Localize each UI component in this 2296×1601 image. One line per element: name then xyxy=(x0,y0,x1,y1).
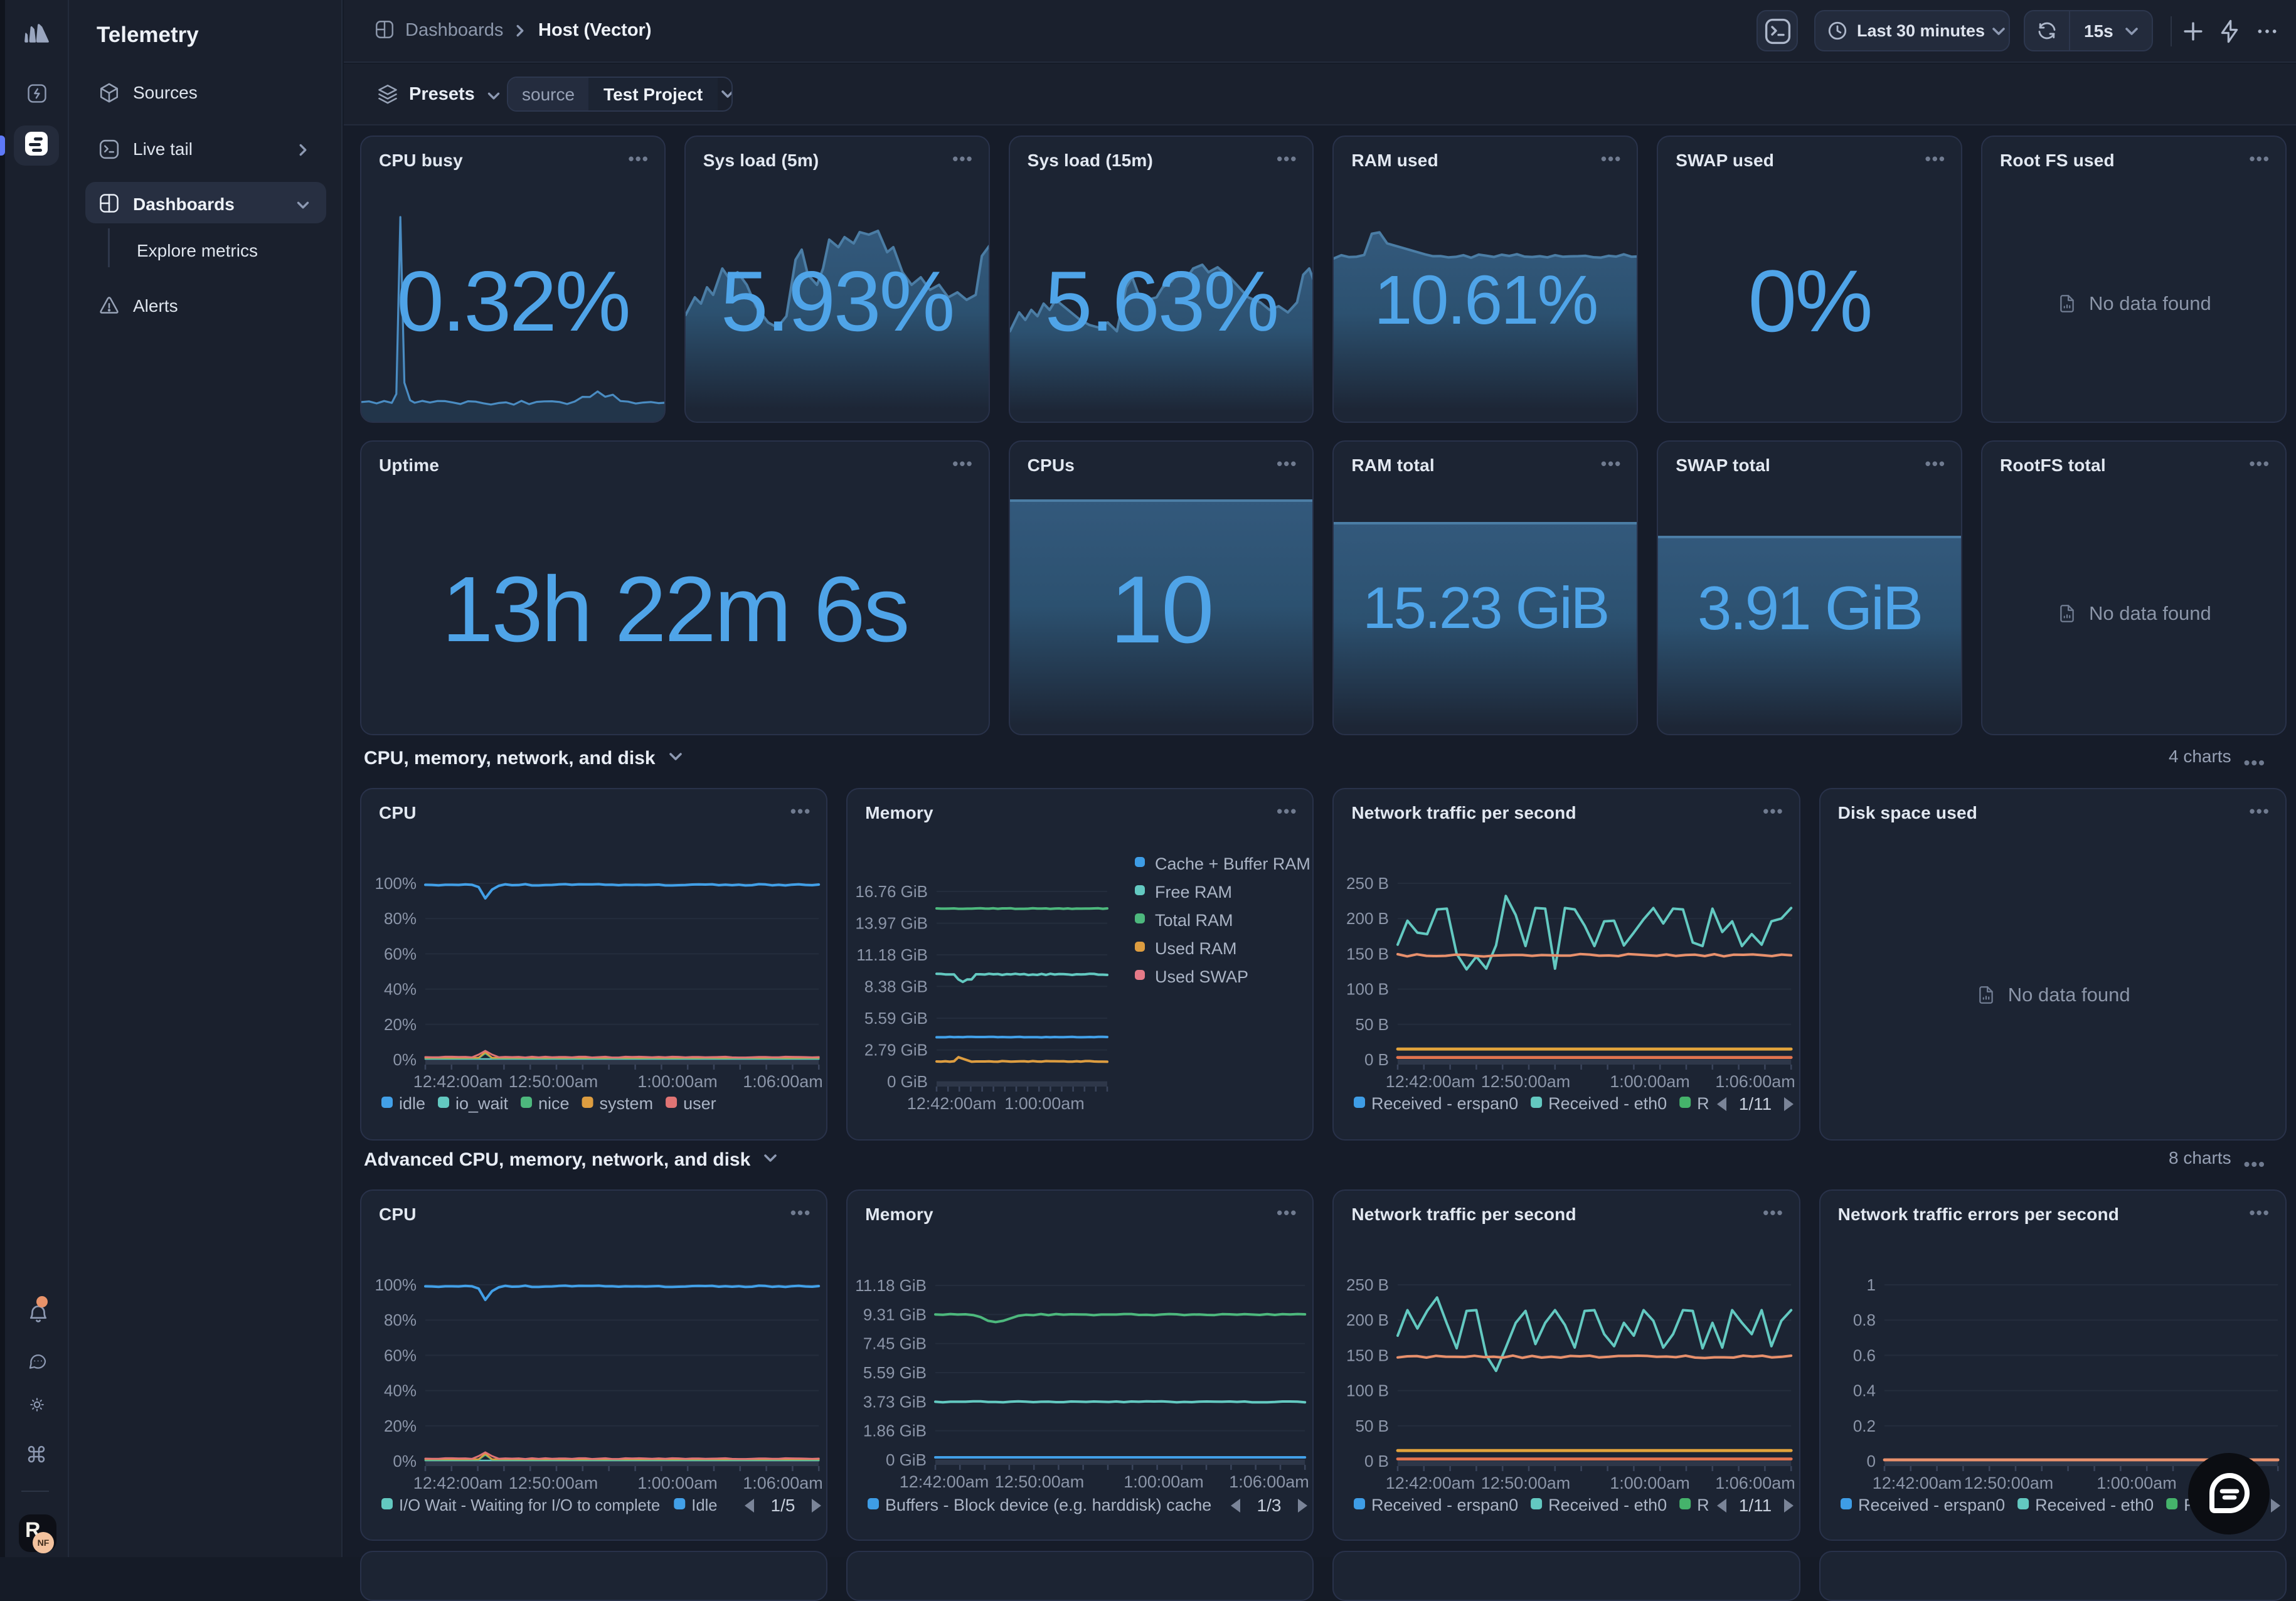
svg-text:Received - erspan0: Received - erspan0 xyxy=(1371,1094,1518,1113)
svg-text:Cache + Buffer RAM: Cache + Buffer RAM xyxy=(1155,854,1310,873)
svg-text:80%: 80% xyxy=(384,1311,417,1329)
svg-text:12:42:00am: 12:42:00am xyxy=(900,1472,989,1491)
svg-text:Idle: Idle xyxy=(691,1497,717,1514)
svg-text:20%: 20% xyxy=(384,1015,417,1034)
svg-text:11.18 GiB: 11.18 GiB xyxy=(856,945,928,964)
svg-text:R: R xyxy=(1698,1496,1710,1514)
svg-text:1/11: 1/11 xyxy=(1739,1094,1772,1114)
svg-text:12:50:00am: 12:50:00am xyxy=(1964,1474,2053,1492)
svg-text:12:42:00am: 12:42:00am xyxy=(1872,1474,1962,1492)
svg-text:100 B: 100 B xyxy=(1346,1381,1389,1400)
svg-text:60%: 60% xyxy=(384,1346,417,1364)
svg-text:1:00:00am: 1:00:00am xyxy=(1124,1472,1204,1491)
svg-text:0 GiB: 0 GiB xyxy=(886,1450,927,1469)
svg-text:0.8: 0.8 xyxy=(1852,1311,1875,1329)
svg-text:8.38 GiB: 8.38 GiB xyxy=(864,977,928,996)
svg-text:1:06:00am: 1:06:00am xyxy=(1716,1474,1796,1492)
svg-text:Used SWAP: Used SWAP xyxy=(1155,967,1248,986)
svg-text:12:50:00am: 12:50:00am xyxy=(509,1072,598,1091)
svg-text:12:50:00am: 12:50:00am xyxy=(1481,1474,1571,1492)
svg-text:idle: idle xyxy=(399,1094,425,1113)
svg-text:Total RAM: Total RAM xyxy=(1155,911,1233,930)
svg-text:1/5: 1/5 xyxy=(771,1496,795,1515)
svg-text:1:00:00am: 1:00:00am xyxy=(1610,1072,1691,1091)
svg-text:7.45 GiB: 7.45 GiB xyxy=(863,1334,927,1353)
svg-text:11.18 GiB: 11.18 GiB xyxy=(855,1276,927,1295)
svg-text:0.4: 0.4 xyxy=(1852,1381,1875,1400)
svg-text:1:00:00am: 1:00:00am xyxy=(1004,1094,1085,1113)
svg-text:5.59 GiB: 5.59 GiB xyxy=(863,1363,927,1382)
svg-text:12:50:00am: 12:50:00am xyxy=(1481,1072,1571,1091)
svg-text:40%: 40% xyxy=(384,980,417,999)
svg-text:0: 0 xyxy=(1866,1452,1875,1471)
svg-text:40%: 40% xyxy=(384,1381,417,1400)
svg-text:200 B: 200 B xyxy=(1346,1311,1389,1329)
svg-text:Received - eth0: Received - eth0 xyxy=(1548,1496,1667,1514)
svg-text:1:06:00am: 1:06:00am xyxy=(1716,1072,1796,1091)
svg-text:Received - eth0: Received - eth0 xyxy=(2035,1496,2154,1514)
svg-text:13.97 GiB: 13.97 GiB xyxy=(856,913,928,932)
svg-text:12:42:00am: 12:42:00am xyxy=(413,1474,503,1492)
svg-text:1/11: 1/11 xyxy=(1739,1496,1772,1515)
svg-text:user: user xyxy=(683,1094,716,1113)
svg-text:12:42:00am: 12:42:00am xyxy=(1386,1072,1475,1091)
svg-text:I/O Wait - Waiting for I/O to: I/O Wait - Waiting for I/O to complete xyxy=(399,1497,660,1514)
svg-text:1:00:00am: 1:00:00am xyxy=(2097,1474,2177,1492)
svg-text:60%: 60% xyxy=(384,944,417,963)
svg-text:12:42:00am: 12:42:00am xyxy=(907,1094,997,1113)
svg-text:Buffers - Block device (e.g. h: Buffers - Block device (e.g. harddisk) c… xyxy=(885,1496,1211,1514)
svg-text:0 B: 0 B xyxy=(1364,1452,1389,1471)
svg-text:Received - eth0: Received - eth0 xyxy=(1548,1094,1667,1113)
svg-text:9.31 GiB: 9.31 GiB xyxy=(863,1305,927,1324)
svg-text:0%: 0% xyxy=(393,1050,417,1069)
svg-text:80%: 80% xyxy=(384,909,417,928)
svg-text:150 B: 150 B xyxy=(1346,1346,1389,1364)
svg-text:250 B: 250 B xyxy=(1346,874,1389,893)
svg-text:250 B: 250 B xyxy=(1346,1275,1389,1294)
svg-text:Used RAM: Used RAM xyxy=(1155,939,1237,958)
svg-text:1:00:00am: 1:00:00am xyxy=(637,1072,718,1091)
svg-text:nice: nice xyxy=(538,1094,570,1113)
svg-text:200 B: 200 B xyxy=(1346,909,1389,928)
svg-text:Received - erspan0: Received - erspan0 xyxy=(1858,1496,2005,1514)
svg-text:16.76 GiB: 16.76 GiB xyxy=(856,882,928,901)
svg-text:1: 1 xyxy=(1866,1275,1875,1294)
svg-text:1:06:00am: 1:06:00am xyxy=(743,1474,823,1492)
svg-text:1:00:00am: 1:00:00am xyxy=(637,1474,718,1492)
svg-text:system: system xyxy=(600,1094,654,1113)
svg-text:0.2: 0.2 xyxy=(1852,1417,1875,1435)
svg-text:100%: 100% xyxy=(375,874,417,893)
svg-text:0%: 0% xyxy=(393,1452,417,1471)
svg-text:1:06:00am: 1:06:00am xyxy=(743,1072,823,1091)
svg-text:1:06:00am: 1:06:00am xyxy=(1229,1472,1309,1491)
svg-text:50 B: 50 B xyxy=(1356,1015,1390,1034)
svg-text:12:42:00am: 12:42:00am xyxy=(1386,1474,1475,1492)
svg-text:12:42:00am: 12:42:00am xyxy=(413,1072,503,1091)
svg-text:3.73 GiB: 3.73 GiB xyxy=(863,1392,927,1411)
svg-text:1.86 GiB: 1.86 GiB xyxy=(863,1422,927,1440)
svg-text:2.79 GiB: 2.79 GiB xyxy=(864,1040,928,1059)
svg-text:io_wait: io_wait xyxy=(455,1094,509,1113)
svg-text:0.6: 0.6 xyxy=(1852,1346,1875,1364)
svg-text:5.59 GiB: 5.59 GiB xyxy=(864,1009,928,1028)
svg-text:100 B: 100 B xyxy=(1346,980,1389,999)
svg-text:R: R xyxy=(1698,1094,1710,1113)
svg-text:150 B: 150 B xyxy=(1346,944,1389,963)
svg-text:0 GiB: 0 GiB xyxy=(887,1072,928,1091)
svg-text:Received - erspan0: Received - erspan0 xyxy=(1371,1496,1518,1514)
svg-text:0 B: 0 B xyxy=(1364,1050,1389,1069)
svg-text:20%: 20% xyxy=(384,1417,417,1435)
svg-text:12:50:00am: 12:50:00am xyxy=(995,1472,1085,1491)
svg-text:50 B: 50 B xyxy=(1356,1417,1390,1435)
svg-text:12:50:00am: 12:50:00am xyxy=(509,1474,598,1492)
svg-text:1/3: 1/3 xyxy=(1257,1496,1282,1515)
svg-text:100%: 100% xyxy=(375,1275,417,1294)
svg-text:1:00:00am: 1:00:00am xyxy=(1610,1474,1691,1492)
svg-text:Free RAM: Free RAM xyxy=(1155,883,1232,902)
